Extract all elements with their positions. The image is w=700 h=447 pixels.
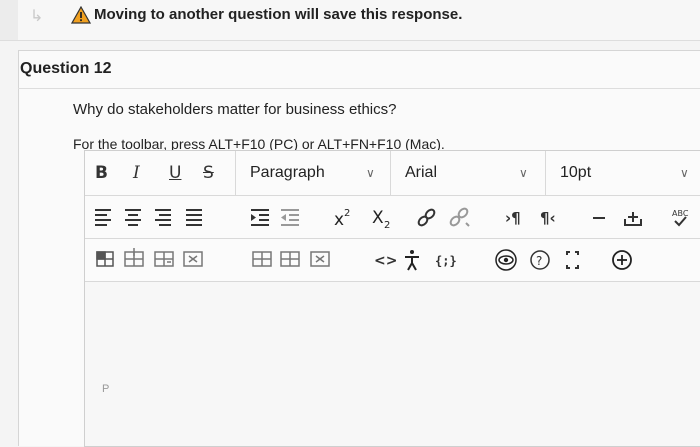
toolbar-row-1: B I U S Paragraph ∨ Arial ∨ 10pt ∨ <box>85 151 700 196</box>
braces-icon[interactable]: {;} <box>435 254 457 268</box>
bold-button[interactable]: B <box>95 163 108 183</box>
svg-text:2: 2 <box>384 220 390 231</box>
link-icon[interactable] <box>417 208 436 227</box>
table-icon[interactable] <box>96 251 114 267</box>
table-column-insert-icon[interactable] <box>252 251 272 267</box>
preview-eye-icon[interactable] <box>495 249 517 271</box>
superscript-icon[interactable]: x 2 <box>334 208 350 230</box>
underline-button[interactable]: U <box>169 163 181 183</box>
question-title: Question 12 <box>20 60 112 77</box>
top-notice-bar: ↳ Moving to another question will save t… <box>0 0 700 40</box>
warning-icon <box>71 6 91 24</box>
align-left-icon[interactable] <box>95 209 111 226</box>
toolbar-row-2-icons: x 2 X 2 ›¶ ¶‹ ABC <box>95 207 689 231</box>
font-label: Arial <box>405 164 438 181</box>
table-row-insert-icon[interactable] <box>124 248 144 267</box>
chevron-down-icon: ∨ <box>366 166 375 180</box>
code-view-icon[interactable]: <> <box>374 253 397 269</box>
question-divider <box>18 88 700 89</box>
align-right-icon[interactable] <box>155 209 171 226</box>
paragraph-dropdown[interactable]: Paragraph ∨ <box>235 151 390 195</box>
element-path: P <box>102 383 110 395</box>
italic-button[interactable]: I <box>133 163 140 183</box>
table-column-insert-right-icon[interactable] <box>280 251 300 267</box>
rtl-paragraph-icon[interactable]: ¶‹ <box>540 209 556 227</box>
svg-text:2: 2 <box>344 208 350 219</box>
svg-text:›¶: ›¶ <box>505 209 521 227</box>
align-justify-icon[interactable] <box>186 209 202 226</box>
indent-icon[interactable] <box>251 209 269 226</box>
save-notice-text: Moving to another question will save thi… <box>94 6 463 23</box>
font-size-label: 10pt <box>560 164 592 181</box>
help-icon[interactable]: ? <box>530 250 550 270</box>
table-row-delete-icon[interactable] <box>183 251 203 267</box>
paragraph-label: Paragraph <box>250 164 325 181</box>
table-column-delete-icon[interactable] <box>310 251 330 267</box>
add-content-icon[interactable] <box>612 250 632 270</box>
unlink-icon[interactable] <box>449 207 470 227</box>
svg-text:{;}: {;} <box>435 254 457 268</box>
table-row-insert-below-icon[interactable] <box>154 251 174 267</box>
ltr-paragraph-icon[interactable]: ›¶ <box>505 209 521 227</box>
svg-text:<>: <> <box>374 253 397 269</box>
font-size-dropdown[interactable]: 10pt ∨ <box>545 151 700 195</box>
question-prompt: Why do stakeholders matter for business … <box>73 101 397 118</box>
toolbar-row-2: x 2 X 2 ›¶ ¶‹ ABC <box>85 196 700 239</box>
chevron-down-icon: ∨ <box>519 166 528 180</box>
align-center-icon[interactable] <box>125 209 141 226</box>
subscript-icon[interactable]: X 2 <box>372 208 390 231</box>
return-arrow-icon: ↳ <box>30 8 44 25</box>
spellcheck-label: ABC <box>672 209 689 218</box>
editor-content-area[interactable]: P <box>85 282 700 446</box>
outdent-icon[interactable] <box>281 209 299 226</box>
spellcheck-icon[interactable]: ABC <box>672 209 689 227</box>
accessibility-icon[interactable] <box>405 250 419 271</box>
svg-text:X: X <box>372 208 384 228</box>
divider <box>0 40 700 41</box>
insert-content-icon[interactable] <box>624 212 642 226</box>
svg-text:x: x <box>334 210 344 230</box>
svg-text:¶‹: ¶‹ <box>540 209 556 227</box>
svg-text:?: ? <box>536 254 542 268</box>
strikethrough-button[interactable]: S <box>203 163 214 183</box>
left-strip <box>0 0 18 40</box>
toolbar-row-3: <> {;} ? <box>85 239 700 282</box>
rich-text-editor: B I U S Paragraph ∨ Arial ∨ 10pt ∨ x 2 X… <box>84 150 700 447</box>
fullscreen-icon[interactable] <box>566 251 579 269</box>
font-dropdown[interactable]: Arial ∨ <box>390 151 545 195</box>
toolbar-row-3-icons: <> {;} ? <box>96 248 632 271</box>
chevron-down-icon: ∨ <box>680 166 689 180</box>
